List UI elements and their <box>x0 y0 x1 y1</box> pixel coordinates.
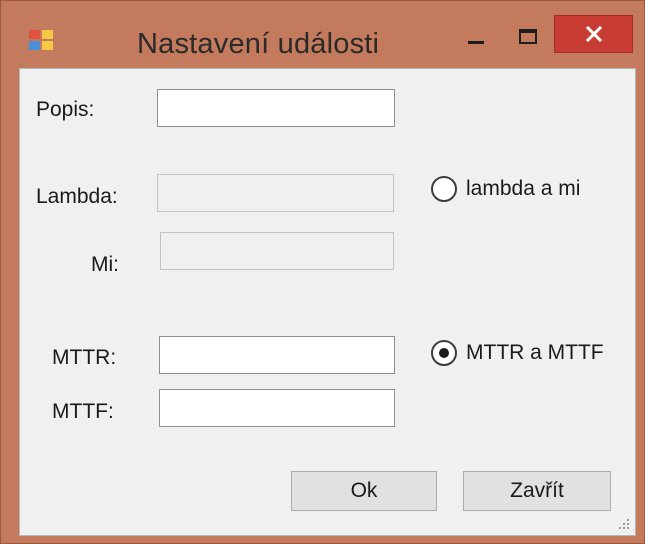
dialog-content: Popis: Lambda: Mi: lambda a mi MTTR: MTT… <box>19 68 636 536</box>
window-title: Nastavení události <box>137 28 380 60</box>
mttf-input[interactable] <box>159 389 395 427</box>
resize-grip-icon[interactable] <box>617 517 629 529</box>
popis-input[interactable] <box>157 89 395 127</box>
lambda-input[interactable] <box>157 174 394 212</box>
radio-selected-dot <box>439 348 449 358</box>
radio-circle <box>431 176 457 202</box>
mi-input[interactable] <box>160 232 394 270</box>
popis-label: Popis: <box>36 98 95 121</box>
mi-label: Mi: <box>91 253 119 276</box>
mttf-label: MTTF: <box>52 400 114 423</box>
mttr-label: MTTR: <box>52 346 117 369</box>
mttr-input[interactable] <box>159 336 395 374</box>
maximize-icon <box>519 29 537 44</box>
close-button[interactable] <box>554 15 633 53</box>
title-bar[interactable]: Nastavení události <box>1 1 644 67</box>
radio-lambda-mi[interactable]: lambda a mi <box>431 175 580 203</box>
maximize-button[interactable] <box>514 27 544 49</box>
app-icon <box>29 30 55 52</box>
ok-button[interactable]: Ok <box>291 471 437 511</box>
dialog-window: Nastavení události Popis: Lambda: Mi: la… <box>0 0 645 544</box>
close-icon <box>585 26 603 42</box>
lambda-label: Lambda: <box>36 185 118 208</box>
radio-mttr-mttf-label: MTTR a MTTF <box>466 341 604 364</box>
minimize-button[interactable] <box>461 27 491 49</box>
close-dialog-button[interactable]: Zavřít <box>463 471 611 511</box>
radio-circle <box>431 340 457 366</box>
minimize-icon <box>468 41 484 44</box>
radio-mttr-mttf[interactable]: MTTR a MTTF <box>431 339 604 367</box>
radio-lambda-mi-label: lambda a mi <box>466 177 581 200</box>
